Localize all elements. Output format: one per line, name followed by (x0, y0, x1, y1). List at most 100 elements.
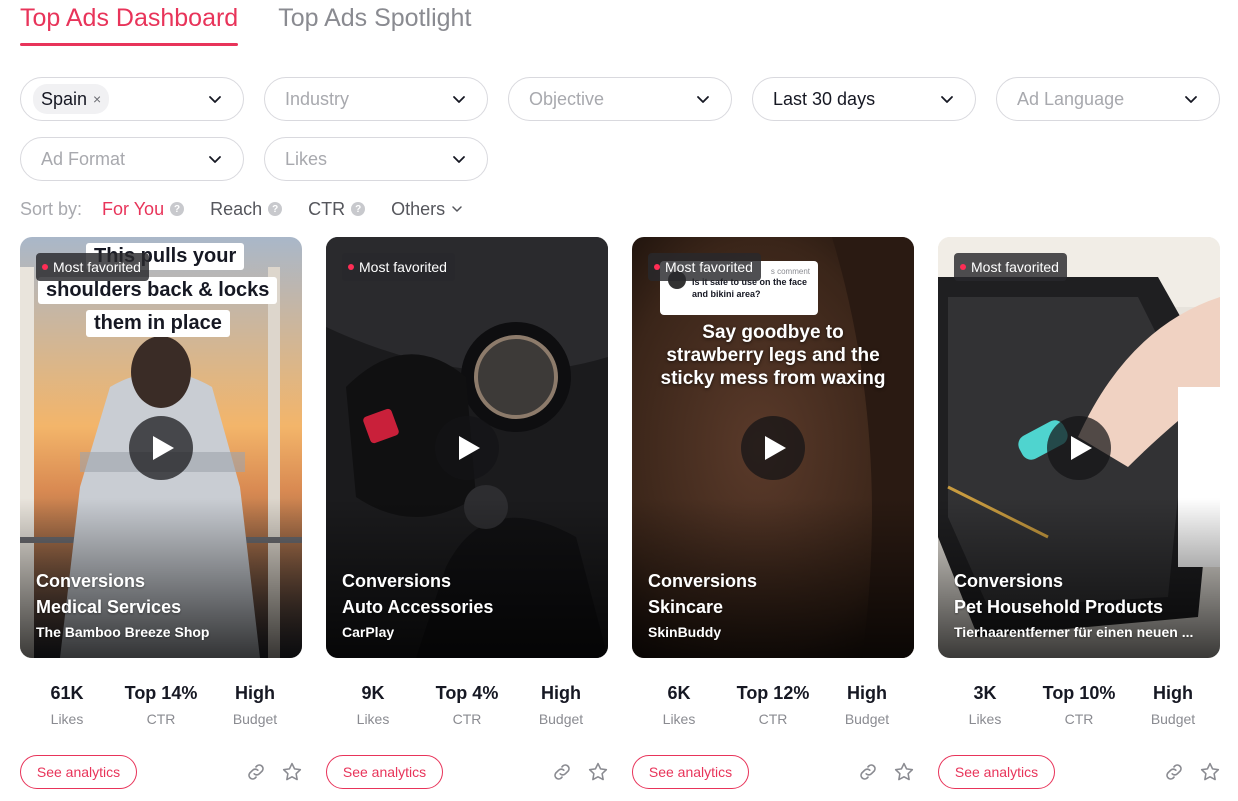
chevron-down-icon (452, 206, 462, 212)
ad-objective: Conversions (648, 571, 758, 591)
stat-value: 61K (50, 683, 84, 703)
sort-label: Sort by: (20, 198, 83, 219)
chip-remove-icon[interactable]: × (93, 91, 101, 107)
star-icon[interactable] (1199, 761, 1221, 783)
ad-language-placeholder: Ad Language (1017, 88, 1125, 109)
play-icon (1071, 436, 1092, 460)
star-icon[interactable] (587, 761, 609, 783)
country-chip-label: Spain (41, 88, 88, 109)
objective-filter[interactable]: Objective (508, 77, 732, 121)
see-analytics-button[interactable]: See analytics (632, 755, 749, 789)
chevron-down-icon (1185, 96, 1197, 103)
stat-budget: High Budget (1126, 681, 1220, 733)
stat-value: High (847, 683, 887, 703)
stat-label: Likes (662, 711, 696, 727)
sort-option-others[interactable]: Others (391, 199, 463, 220)
play-icon (459, 436, 480, 460)
ad-overlay-text: them in place (86, 310, 230, 337)
ad-industry: Medical Services (36, 597, 182, 617)
play-button[interactable] (1047, 416, 1111, 480)
stat-ctr: Top 4% CTR (420, 681, 514, 733)
help-icon[interactable]: ? (268, 202, 283, 216)
sort-option-label: For You (102, 198, 165, 219)
badge-label: Most favorited (359, 259, 447, 275)
play-icon (765, 436, 786, 460)
ad-industry: Skincare (648, 597, 724, 617)
stat-label: Likes (50, 711, 84, 727)
stat-ctr: Top 14% CTR (114, 681, 208, 733)
country-chip: Spain × (33, 84, 110, 114)
ad-advertiser: The Bamboo Breeze Shop (36, 624, 210, 640)
stat-label: Budget (844, 711, 890, 727)
most-favorited-badge: Most favorited (36, 253, 149, 281)
see-analytics-button[interactable]: See analytics (20, 755, 137, 789)
ad-card[interactable]: This pulls your shoulders back & locks t… (20, 237, 302, 658)
ad-objective: Conversions (36, 571, 146, 591)
tab-top-ads-dashboard[interactable]: Top Ads Dashboard (20, 0, 239, 46)
ad-objective: Conversions (342, 571, 452, 591)
stat-budget: High Budget (208, 681, 302, 733)
sort-option-for-you[interactable]: For You ? (102, 198, 185, 220)
ad-stats: 9K Likes Top 4% CTR High Budget (326, 681, 608, 733)
ad-card[interactable]: Most favorited Conversions Auto Accessor… (326, 237, 608, 658)
ad-advertiser: CarPlay (342, 624, 395, 640)
ad-card[interactable]: s comment Is it safe to use on the face … (632, 237, 914, 658)
badge-dot-icon (960, 264, 966, 270)
ad-card[interactable]: Most favorited Conversions Pet Household… (938, 237, 1220, 658)
stat-value: Top 12% (736, 683, 810, 703)
ad-overlay-text: sticky mess from waxing (660, 368, 886, 389)
stat-value: 3K (973, 683, 997, 703)
stat-value: High (235, 683, 275, 703)
help-icon[interactable]: ? (351, 202, 366, 216)
ad-language-filter[interactable]: Ad Language (996, 77, 1220, 121)
ad-stats: 61K Likes Top 14% CTR High Budget (20, 681, 302, 733)
link-icon[interactable] (1163, 761, 1185, 783)
stat-label: Budget (1150, 711, 1196, 727)
industry-filter[interactable]: Industry (264, 77, 488, 121)
badge-dot-icon (42, 264, 48, 270)
tab-top-ads-spotlight[interactable]: Top Ads Spotlight (278, 0, 471, 46)
ad-stats: 3K Likes Top 10% CTR High Budget (938, 681, 1220, 733)
most-favorited-badge: Most favorited (954, 253, 1067, 281)
stat-value: 9K (361, 683, 385, 703)
period-filter[interactable]: Last 30 days (752, 77, 976, 121)
stat-label: CTR (758, 711, 788, 727)
industry-placeholder: Industry (285, 88, 350, 109)
play-button[interactable] (129, 416, 193, 480)
ad-overlay-text: shoulders back & locks (38, 277, 278, 304)
sort-bar: Sort by: For You ? Reach ? CTR ? Others (20, 198, 489, 220)
stat-budget: High Budget (514, 681, 608, 733)
see-analytics-button[interactable]: See analytics (938, 755, 1055, 789)
sort-option-label: CTR (308, 198, 346, 219)
help-icon[interactable]: ? (170, 202, 185, 216)
ad-industry: Auto Accessories (342, 597, 494, 617)
play-button[interactable] (741, 416, 805, 480)
badge-dot-icon (348, 264, 354, 270)
stat-likes: 9K Likes (326, 681, 420, 733)
ad-industry: Pet Household Products (954, 597, 1164, 617)
see-analytics-button[interactable]: See analytics (326, 755, 443, 789)
country-filter[interactable]: Spain × (20, 77, 244, 121)
period-value: Last 30 days (773, 88, 876, 109)
most-favorited-badge: Most favorited (648, 253, 761, 281)
ad-advertiser: SkinBuddy (648, 624, 722, 640)
link-icon[interactable] (857, 761, 879, 783)
objective-placeholder: Objective (529, 88, 605, 109)
sort-option-reach[interactable]: Reach ? (210, 198, 283, 220)
star-icon[interactable] (893, 761, 915, 783)
chevron-down-icon (453, 156, 465, 163)
ad-stats: 6K Likes Top 12% CTR High Budget (632, 681, 914, 733)
link-icon[interactable] (551, 761, 573, 783)
sort-option-ctr[interactable]: CTR ? (308, 198, 366, 220)
ad-format-filter[interactable]: Ad Format (20, 137, 244, 181)
sort-option-label: Others (391, 198, 446, 219)
stat-likes: 3K Likes (938, 681, 1032, 733)
star-icon[interactable] (281, 761, 303, 783)
link-icon[interactable] (245, 761, 267, 783)
sort-option-label: Reach (210, 198, 263, 219)
likes-filter[interactable]: Likes (264, 137, 488, 181)
play-button[interactable] (435, 416, 499, 480)
ad-overlay-text: Say goodbye to (702, 322, 844, 343)
ad-format-placeholder: Ad Format (41, 148, 126, 169)
badge-label: Most favorited (971, 259, 1059, 275)
